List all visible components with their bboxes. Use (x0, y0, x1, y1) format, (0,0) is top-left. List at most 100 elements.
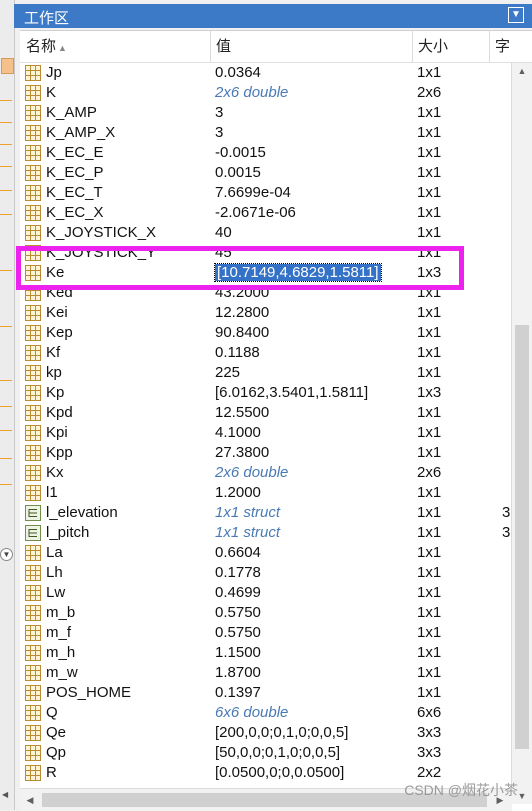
variable-value[interactable]: 0.1397 (215, 683, 261, 703)
variable-name: K_AMP_X (46, 124, 116, 141)
variable-value-text: 1.1500 (215, 644, 261, 661)
variable-row[interactable]: Kx 2x6 double 2x6 (20, 463, 510, 483)
variable-value[interactable]: [50,0,0;0,1,0;0,0,5] (215, 743, 340, 763)
variable-value-text: 12.2800 (215, 304, 270, 321)
variable-value[interactable]: 27.3800 (215, 443, 269, 463)
variable-size: 1x1 (417, 524, 442, 541)
variable-row[interactable]: K_EC_E -0.0015 1x1 (20, 143, 510, 163)
variable-value[interactable]: 0.1778 (215, 563, 261, 583)
variable-row[interactable]: Ke [10.7149,4.6829,1.5811] 1x3 (20, 263, 510, 283)
scroll-left-icon[interactable]: ◀ (2, 790, 12, 800)
variable-value[interactable]: 2x6 double (215, 83, 288, 103)
variable-row[interactable]: Kpd 12.5500 1x1 (20, 403, 510, 423)
expand-circle-icon[interactable]: ▼ (0, 548, 13, 561)
variable-value[interactable]: 0.0015 (215, 163, 261, 183)
variable-value[interactable]: -0.0015 (215, 143, 266, 163)
variable-row[interactable]: Kp [6.0162,3.5401,1.5811] 1x3 (20, 383, 510, 403)
variable-row[interactable]: Qe [200,0,0;0,1,0;0,0,5] 3x3 (20, 723, 510, 743)
variable-row[interactable]: Lw 0.4699 1x1 (20, 583, 510, 603)
variable-value[interactable]: 1.1500 (215, 643, 261, 663)
variable-value[interactable]: 0.6604 (215, 543, 261, 563)
variable-value[interactable]: 1.8700 (215, 663, 261, 683)
variable-row[interactable]: m_h 1.1500 1x1 (20, 643, 510, 663)
variable-row[interactable]: K_JOYSTICK_X 40 1x1 (20, 223, 510, 243)
variable-row[interactable]: K 2x6 double 2x6 (20, 83, 510, 103)
variable-row[interactable]: Qp [50,0,0;0,1,0;0,0,5] 3x3 (20, 743, 510, 763)
scroll-left-icon[interactable]: ◀ (22, 792, 38, 808)
variable-value[interactable]: 1x1 struct (215, 523, 280, 543)
variable-value[interactable]: 1x1 struct (215, 503, 280, 523)
variable-size: 2x6 (417, 84, 442, 101)
scroll-up-icon[interactable]: ▲ (512, 63, 532, 79)
variable-row[interactable]: kp 225 1x1 (20, 363, 510, 383)
strip-marker (0, 458, 12, 459)
variable-row[interactable]: Kei 12.2800 1x1 (20, 303, 510, 323)
variable-row[interactable]: m_b 0.5750 1x1 (20, 603, 510, 623)
variable-value[interactable]: -2.0671e-06 (215, 203, 296, 223)
variable-value[interactable]: 6x6 double (215, 703, 288, 723)
variable-value[interactable]: [6.0162,3.5401,1.5811] (215, 383, 368, 403)
variable-value[interactable]: 0.5750 (215, 623, 261, 643)
variable-value[interactable]: 225 (215, 363, 240, 383)
variable-value[interactable]: 0.5750 (215, 603, 261, 623)
variable-row[interactable]: K_EC_T 7.6699e-04 1x1 (20, 183, 510, 203)
variable-value[interactable]: 0.4699 (215, 583, 261, 603)
variable-value-text: 1.8700 (215, 664, 261, 681)
variable-row[interactable]: Jp 0.0364 1x1 (20, 63, 510, 83)
variable-size: 1x1 (417, 584, 442, 601)
variable-row[interactable]: Lh 0.1778 1x1 (20, 563, 510, 583)
variable-size: 3x3 (417, 724, 442, 741)
panel-actions-dropdown-icon[interactable]: ▼ (508, 7, 524, 23)
strip-marker (0, 166, 12, 167)
variable-value[interactable]: 3 (215, 123, 223, 143)
variable-value[interactable]: 4.1000 (215, 423, 261, 443)
matrix-grid-icon (25, 165, 41, 181)
variable-row[interactable]: K_JOYSTICK_Y 45 1x1 (20, 243, 510, 263)
variable-value[interactable]: 3 (215, 103, 223, 123)
vertical-scrollbar[interactable]: ▲ ▼ (511, 63, 532, 804)
column-header-size[interactable]: 大小 (412, 31, 489, 62)
variable-row[interactable]: Kpp 27.3800 1x1 (20, 443, 510, 463)
variable-value[interactable]: 1.2000 (215, 483, 261, 503)
matrix-grid-icon (25, 405, 41, 421)
variable-row[interactable]: K_EC_P 0.0015 1x1 (20, 163, 510, 183)
variable-row[interactable]: POS_HOME 0.1397 1x1 (20, 683, 510, 703)
variable-value[interactable]: 2x6 double (215, 463, 288, 483)
variable-value[interactable]: [0.0500,0;0,0.0500] (215, 763, 344, 783)
column-header-value[interactable]: 值 (210, 31, 412, 62)
variable-size: 1x1 (417, 104, 442, 121)
variable-value[interactable]: 90.8400 (215, 323, 269, 343)
variable-value[interactable]: 12.2800 (215, 303, 269, 323)
variable-row[interactable]: K_AMP_X 3 1x1 (20, 123, 510, 143)
variable-value[interactable]: 0.1188 (215, 343, 260, 363)
column-header-name[interactable]: 名称 ▲ (20, 31, 210, 62)
column-header-class[interactable]: 字 (489, 31, 532, 62)
variable-row[interactable]: Kf 0.1188 1x1 (20, 343, 510, 363)
variable-row[interactable]: l_elevation 1x1 struct 1x1 3 (20, 503, 510, 523)
variable-row[interactable]: Kep 90.8400 1x1 (20, 323, 510, 343)
variable-row[interactable]: La 0.6604 1x1 (20, 543, 510, 563)
variable-value[interactable]: [200,0,0;0,1,0;0,0,5] (215, 723, 348, 743)
variable-row[interactable]: m_f 0.5750 1x1 (20, 623, 510, 643)
variable-value[interactable]: 7.6699e-04 (215, 183, 291, 203)
vertical-scroll-thumb[interactable] (515, 325, 529, 749)
variable-row[interactable]: K_EC_X -2.0671e-06 1x1 (20, 203, 510, 223)
variable-row[interactable]: Ked 43.2000 1x1 (20, 283, 510, 303)
variable-row[interactable]: Q 6x6 double 6x6 (20, 703, 510, 723)
variable-value[interactable]: 43.2000 (215, 283, 269, 303)
variable-size: 1x1 (417, 544, 442, 561)
variable-row[interactable]: Kpi 4.1000 1x1 (20, 423, 510, 443)
variable-value[interactable]: 45 (215, 243, 232, 263)
variable-row[interactable]: l1 1.2000 1x1 (20, 483, 510, 503)
variable-row[interactable]: l_pitch 1x1 struct 1x1 3 (20, 523, 510, 543)
variable-value[interactable]: 0.0364 (215, 63, 261, 83)
variable-row[interactable]: m_w 1.8700 1x1 (20, 663, 510, 683)
variable-row[interactable]: K_AMP 3 1x1 (20, 103, 510, 123)
variable-value[interactable]: 40 (215, 223, 232, 243)
variable-value[interactable]: 12.5500 (215, 403, 269, 423)
variable-value[interactable]: [10.7149,4.6829,1.5811] (214, 263, 382, 283)
matrix-grid-icon (25, 625, 41, 641)
variable-name: La (46, 544, 63, 561)
variable-size: 1x1 (417, 224, 442, 241)
variable-name: Qe (46, 724, 67, 741)
